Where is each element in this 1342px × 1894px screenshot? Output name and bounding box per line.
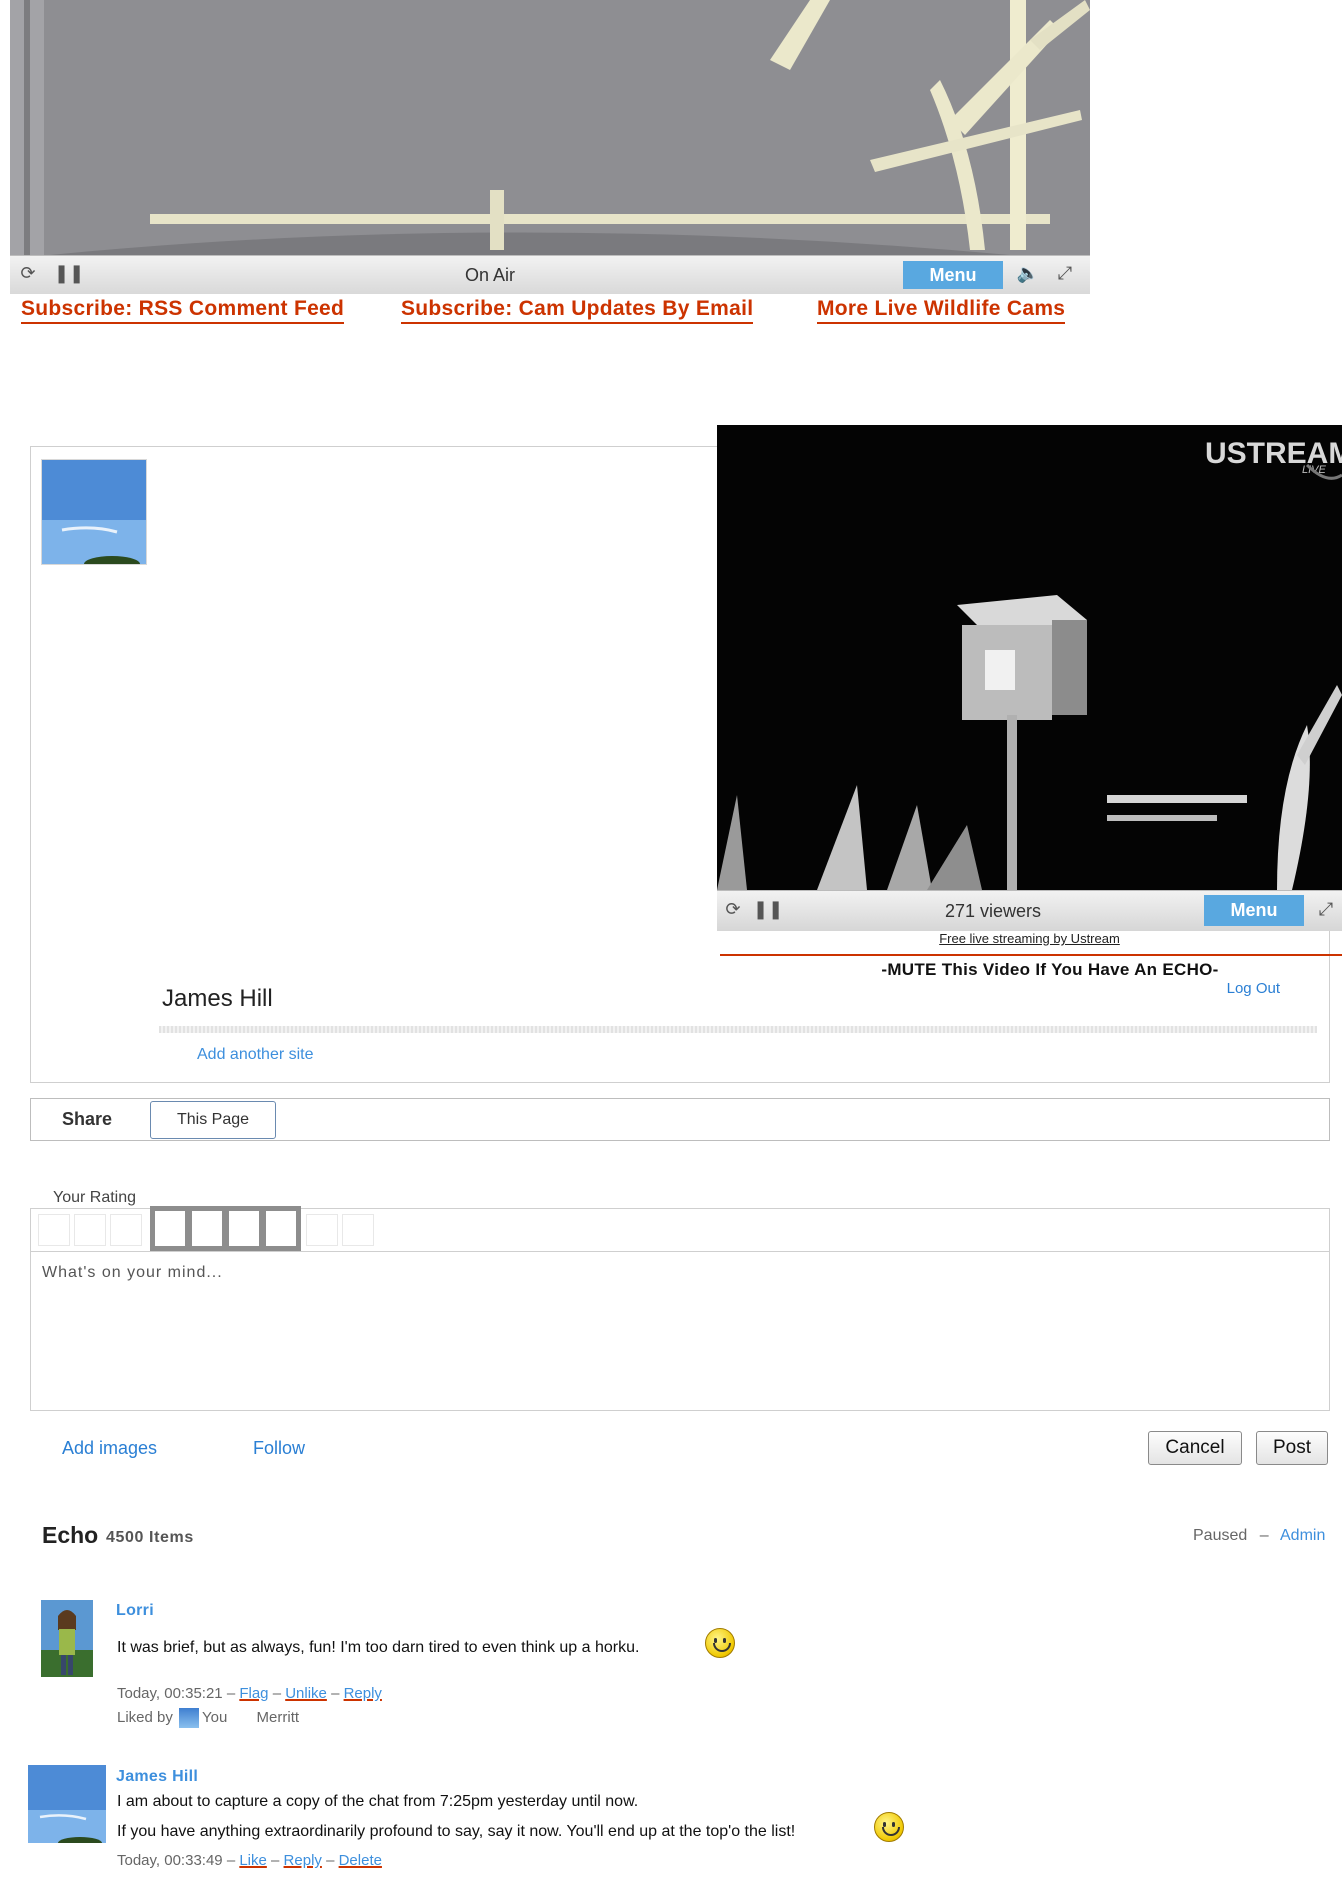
user-avatar xyxy=(41,459,147,565)
mute-notice: -MUTE This Video If You Have An ECHO- xyxy=(881,960,1219,979)
liker-name[interactable]: Merritt xyxy=(257,1709,300,1726)
flag-link[interactable]: Flag xyxy=(239,1685,268,1702)
more-wildlife-cams-link[interactable]: More Live Wildlife Cams xyxy=(817,296,1066,324)
reply-link[interactable]: Reply xyxy=(284,1852,322,1869)
refresh-icon[interactable]: ⟳ xyxy=(16,262,40,286)
comment-textarea[interactable] xyxy=(30,1251,1330,1411)
liker-name[interactable]: You xyxy=(202,1709,227,1726)
reply-link[interactable]: Reply xyxy=(344,1685,382,1702)
viewer-count: 271 viewers xyxy=(945,901,1042,921)
like-link[interactable]: Like xyxy=(239,1852,267,1869)
top-video-frame[interactable] xyxy=(10,0,1090,255)
add-another-site-link[interactable]: Add another site xyxy=(197,1046,314,1064)
post-text: I am about to capture a copy of the chat… xyxy=(117,1793,639,1810)
profile-name: James Hill xyxy=(162,985,273,1012)
smiley-icon xyxy=(874,1812,904,1842)
feed-status: Paused – xyxy=(1193,1527,1269,1545)
rating-star-4[interactable] xyxy=(150,1206,190,1251)
post-meta: Today, 00:33:49 – Like – Reply – Delete xyxy=(117,1852,382,1869)
rating-star-6[interactable] xyxy=(224,1206,264,1251)
subscribe-email-link[interactable]: Subscribe: Cam Updates By Email xyxy=(401,296,754,324)
divider xyxy=(159,1026,1317,1033)
liked-by-label: Liked by xyxy=(117,1708,173,1726)
liked-by-row: Liked by You Merritt xyxy=(117,1708,299,1728)
fullscreen-icon[interactable]: ⤢ xyxy=(1314,898,1338,922)
subscribe-rss-link[interactable]: Subscribe: RSS Comment Feed xyxy=(21,296,345,324)
liker-avatar-merritt xyxy=(234,1708,254,1728)
comment-placeholder: What's on your mind... xyxy=(42,1264,223,1281)
rating-star-7[interactable] xyxy=(261,1206,301,1251)
cancel-button[interactable]: Cancel xyxy=(1148,1431,1242,1465)
unlike-link[interactable]: Unlike xyxy=(285,1685,327,1702)
feed-count: 4500 Items xyxy=(106,1529,194,1546)
delete-link[interactable]: Delete xyxy=(339,1852,382,1869)
rating-star-3[interactable] xyxy=(110,1214,142,1246)
player-status: On Air xyxy=(465,265,516,285)
rating-star-5[interactable] xyxy=(187,1206,227,1251)
rating-label: Your Rating xyxy=(53,1189,137,1206)
post-meta: Today, 00:35:21 – Flag – Unlike – Reply xyxy=(117,1685,382,1702)
rating-star-2[interactable] xyxy=(74,1214,106,1246)
feed-paused[interactable]: Paused xyxy=(1193,1527,1247,1544)
liker-avatar-you xyxy=(179,1708,200,1728)
post-avatar-lorri xyxy=(41,1600,93,1677)
rating-star-1[interactable] xyxy=(38,1214,70,1246)
rating-star-9[interactable] xyxy=(342,1214,374,1246)
ustream-menu-button[interactable]: Menu xyxy=(1204,895,1304,926)
post-text: It was brief, but as always, fun! I'm to… xyxy=(117,1639,640,1656)
video-scene xyxy=(10,0,1090,255)
feed-title: Echo xyxy=(42,1522,99,1548)
ustream-controls: ⟳ ❚❚ 271 viewers Menu ⤢ xyxy=(717,890,1342,931)
post-text: If you have anything extraordinarily pro… xyxy=(117,1823,796,1840)
player-menu-button[interactable]: Menu xyxy=(903,261,1003,289)
volume-icon[interactable]: 🔈 xyxy=(1016,262,1040,286)
add-images-link[interactable]: Add images xyxy=(62,1438,157,1459)
admin-link[interactable]: Admin xyxy=(1280,1527,1325,1545)
smiley-icon xyxy=(705,1628,735,1658)
post-author[interactable]: Lorri xyxy=(116,1602,154,1620)
ustream-video-frame[interactable]: USTREAM LIVE xyxy=(717,425,1342,890)
ustream-video-scene: USTREAM LIVE xyxy=(717,425,1342,890)
post-author[interactable]: James Hill xyxy=(116,1768,198,1786)
logout-link[interactable]: Log Out xyxy=(1180,980,1280,997)
post-avatar-james-hill xyxy=(28,1765,106,1843)
post-timestamp: Today, 00:35:21 xyxy=(117,1685,223,1702)
refresh-icon[interactable]: ⟳ xyxy=(721,898,745,922)
post-button[interactable]: Post xyxy=(1256,1431,1328,1465)
share-label: Share xyxy=(62,1109,113,1129)
follow-link[interactable]: Follow xyxy=(253,1438,305,1459)
pause-icon[interactable]: ❚❚ xyxy=(753,898,783,922)
separator: – xyxy=(1259,1527,1269,1544)
rating-star-8[interactable] xyxy=(306,1214,338,1246)
fullscreen-icon[interactable]: ⤢ xyxy=(1053,262,1077,286)
pause-icon[interactable]: ❚❚ xyxy=(54,262,84,286)
share-target-button[interactable]: This Page xyxy=(150,1101,276,1139)
divider xyxy=(720,954,1342,956)
post-timestamp: Today, 00:33:49 xyxy=(117,1852,223,1869)
free-streaming-link[interactable]: Free live streaming by Ustream xyxy=(717,931,1342,946)
top-player-controls: ⟳ ❚❚ On Air Menu 🔈 ⤢ xyxy=(10,255,1090,294)
